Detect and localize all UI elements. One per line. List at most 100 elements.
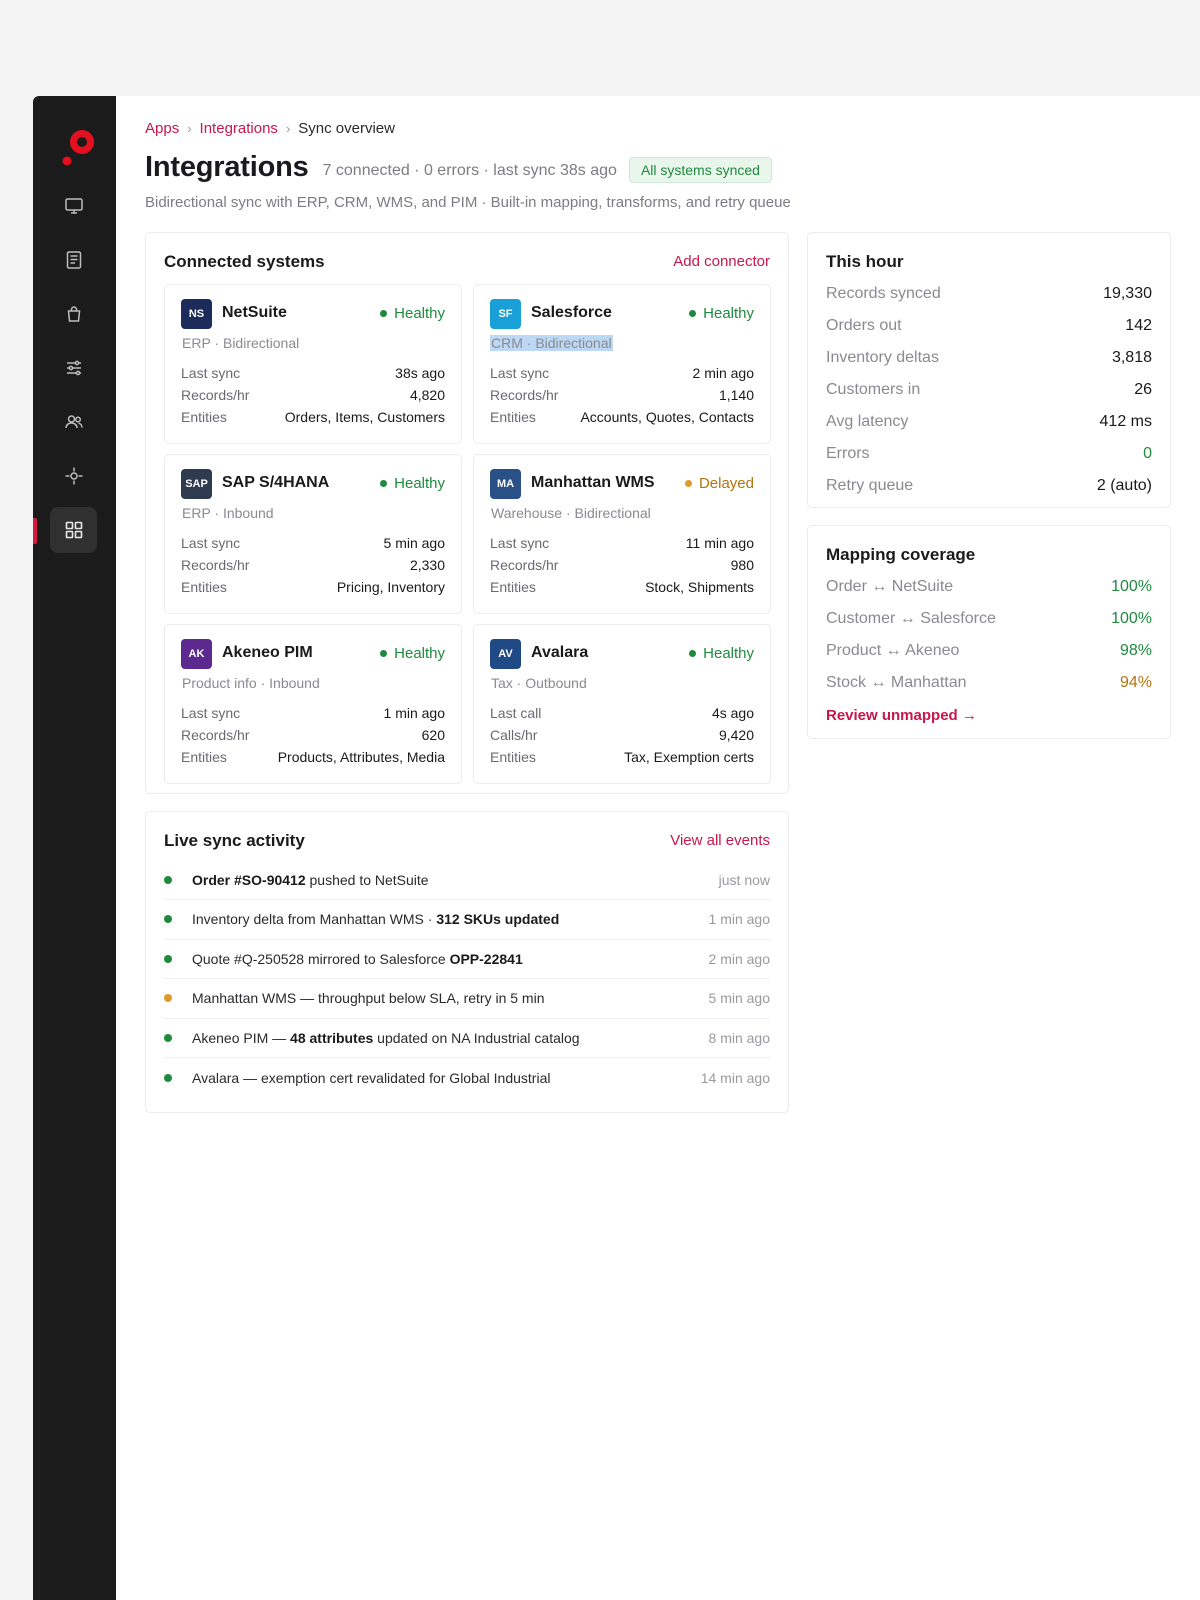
activity-item[interactable]: Avalara — exemption cert revalidated for… xyxy=(164,1058,770,1098)
connector-stat-row: Records/hr 980 xyxy=(490,557,754,573)
sidebar-item-orders[interactable] xyxy=(50,291,97,337)
stat-label: Entities xyxy=(490,579,536,595)
breadcrumb-integrations[interactable]: Integrations xyxy=(200,120,278,137)
connector-card[interactable]: MA Manhattan WMS Delayed Warehouse · Bidire… xyxy=(473,454,771,614)
stat-value: Pricing, Inventory xyxy=(336,579,445,595)
activity-item[interactable]: Inventory delta from Manhattan WMS · 312… xyxy=(164,900,770,940)
activity-item[interactable]: Manhattan WMS — throughput below SLA, re… xyxy=(164,979,770,1019)
connector-card[interactable]: AV Avalara Healthy Tax · Outbound Last call 4… xyxy=(473,624,771,784)
sidebar-item-monitor[interactable] xyxy=(50,183,97,229)
hour-stat-row: Retry queue 2 (auto) xyxy=(826,477,1152,495)
status-label: Healthy xyxy=(394,305,445,322)
brand-logo[interactable] xyxy=(62,128,98,168)
sidebar-item-apps[interactable] xyxy=(50,507,97,553)
stat-value: 142 xyxy=(1125,317,1152,334)
stat-value: Accounts, Quotes, Contacts xyxy=(580,409,754,425)
status-label: Healthy xyxy=(394,475,445,492)
connector-stat-row: Entities Stock, Shipments xyxy=(490,579,754,595)
stat-label: Last sync xyxy=(490,365,550,381)
activity-text: pushed to NetSuite xyxy=(305,871,429,888)
connector-logo: AK xyxy=(181,639,212,669)
connector-card[interactable]: SAP SAP S/4HANA Healthy ERP · Inbound Last s… xyxy=(164,454,462,614)
connector-name: NetSuite xyxy=(222,304,287,321)
hour-stat-row: Orders out 142 xyxy=(826,317,1152,335)
stat-value: 9,420 xyxy=(718,727,754,743)
status-dot xyxy=(380,480,388,487)
connector-type: CRM · Bidirectional xyxy=(490,335,613,351)
status-dot xyxy=(689,310,697,317)
breadcrumb-apps[interactable]: Apps xyxy=(145,120,179,137)
document-icon xyxy=(66,251,81,269)
activity-time: 8 min ago xyxy=(708,1029,770,1046)
sidebar-item-targeting[interactable] xyxy=(50,453,97,499)
activity-message: Avalara — exemption cert revalidated for… xyxy=(192,1070,701,1086)
connector-card[interactable]: NS NetSuite Healthy ERP · Bidirectional Last… xyxy=(164,284,462,444)
stat-label: Records synced xyxy=(826,285,941,302)
sidebar-item-customers[interactable] xyxy=(50,399,97,445)
connector-logo: SAP xyxy=(181,469,212,499)
connector-stat-row: Last sync 11 min ago xyxy=(490,535,754,551)
connector-name: SAP S/4HANA xyxy=(222,474,330,491)
shopping-bag-icon xyxy=(67,306,80,322)
status-indicator: Healthy xyxy=(689,305,754,322)
activity-item[interactable]: Quote #Q-250528 mirrored to Salesforce O… xyxy=(164,939,770,980)
monitor-icon xyxy=(64,198,83,214)
grid-icon xyxy=(65,521,82,539)
status-dot xyxy=(380,310,388,317)
activity-item[interactable]: Order #SO-90412 pushed to NetSuite just n… xyxy=(164,860,770,900)
stat-value: 38s ago xyxy=(395,365,445,381)
activity-item[interactable]: Akeneo PIM — 48 attributes updated on NA… xyxy=(164,1018,770,1059)
stat-label: Last sync xyxy=(181,705,241,721)
mapping-row: Stock ↔ Manhattan 94% xyxy=(826,674,1152,692)
connector-stat-row: Entities Orders, Items, Customers xyxy=(181,409,445,425)
stat-label: Entities xyxy=(490,749,536,765)
connector-card[interactable]: SF Salesforce Healthy CRM · Bidirectional La… xyxy=(473,284,771,444)
connector-stat-row: Last sync 5 min ago xyxy=(181,535,445,551)
view-all-events-link[interactable]: View all events xyxy=(670,832,770,849)
status-label: Healthy xyxy=(394,645,445,662)
connector-type: Tax · Outbound xyxy=(491,675,587,691)
connector-card[interactable]: AK Akeneo PIM Healthy Product info · Inboun… xyxy=(164,624,462,784)
mapping-row: Order ↔ NetSuite 100% xyxy=(826,578,1152,596)
page-meta: 7 connected · 0 errors · last sync 38s a… xyxy=(322,161,617,179)
activity-text: Inventory delta from Manhattan WMS · xyxy=(192,911,437,928)
connector-stat-row: Records/hr 1,140 xyxy=(490,387,754,403)
crosshair-icon xyxy=(65,467,82,485)
connector-stat-row: Entities Tax, Exemption certs xyxy=(490,749,754,765)
connector-name: Avalara xyxy=(531,644,589,661)
panel-title: Connected systems xyxy=(164,252,325,271)
this-hour-panel: This hour Records synced 19,330 Orders out… xyxy=(807,232,1171,508)
add-connector-link[interactable]: Add connector xyxy=(673,253,770,270)
review-unmapped-link[interactable]: Review unmapped → xyxy=(826,707,977,724)
stat-value: 2 (auto) xyxy=(1096,477,1152,494)
activity-message: Quote #Q-250528 mirrored to Salesforce O… xyxy=(192,951,709,967)
stat-label: Last call xyxy=(490,705,542,721)
stat-value: 620 xyxy=(421,727,445,743)
breadcrumb: Apps › Integrations › Sync overview xyxy=(145,120,395,137)
stat-label: Last sync xyxy=(490,535,550,551)
live-activity-panel: Live sync activity View all events Order… xyxy=(145,811,789,1113)
sidebar-item-settings[interactable] xyxy=(50,345,97,391)
sidebar-item-documents[interactable] xyxy=(50,237,97,283)
stat-value: 2 min ago xyxy=(692,365,754,381)
activity-dot xyxy=(164,1074,172,1082)
connector-type: Product info · Inbound xyxy=(182,675,320,691)
mapping-value: 100% xyxy=(1111,610,1152,627)
stat-label: Last sync xyxy=(181,365,241,381)
activity-highlight: OPP-22841 xyxy=(449,950,523,967)
mapping-value: 100% xyxy=(1111,578,1152,595)
stat-value: 2,330 xyxy=(409,557,445,573)
users-icon xyxy=(64,415,83,429)
activity-message: Order #SO-90412 pushed to NetSuite xyxy=(192,872,719,888)
connector-logo: MA xyxy=(490,469,521,499)
activity-highlight: 312 SKUs updated xyxy=(436,911,560,928)
stat-label: Customers in xyxy=(826,381,921,398)
breadcrumb-current: Sync overview xyxy=(298,120,395,137)
stat-value: 1 min ago xyxy=(383,705,445,721)
main-content: Apps › Integrations › Sync overview Inte… xyxy=(116,96,1200,1600)
activity-dot xyxy=(164,994,172,1003)
stat-label: Errors xyxy=(826,445,870,462)
stat-value: 11 min ago xyxy=(685,535,754,551)
hour-stat-row: Avg latency 412 ms xyxy=(826,413,1152,431)
activity-text: updated on NA Industrial catalog xyxy=(373,1029,580,1046)
